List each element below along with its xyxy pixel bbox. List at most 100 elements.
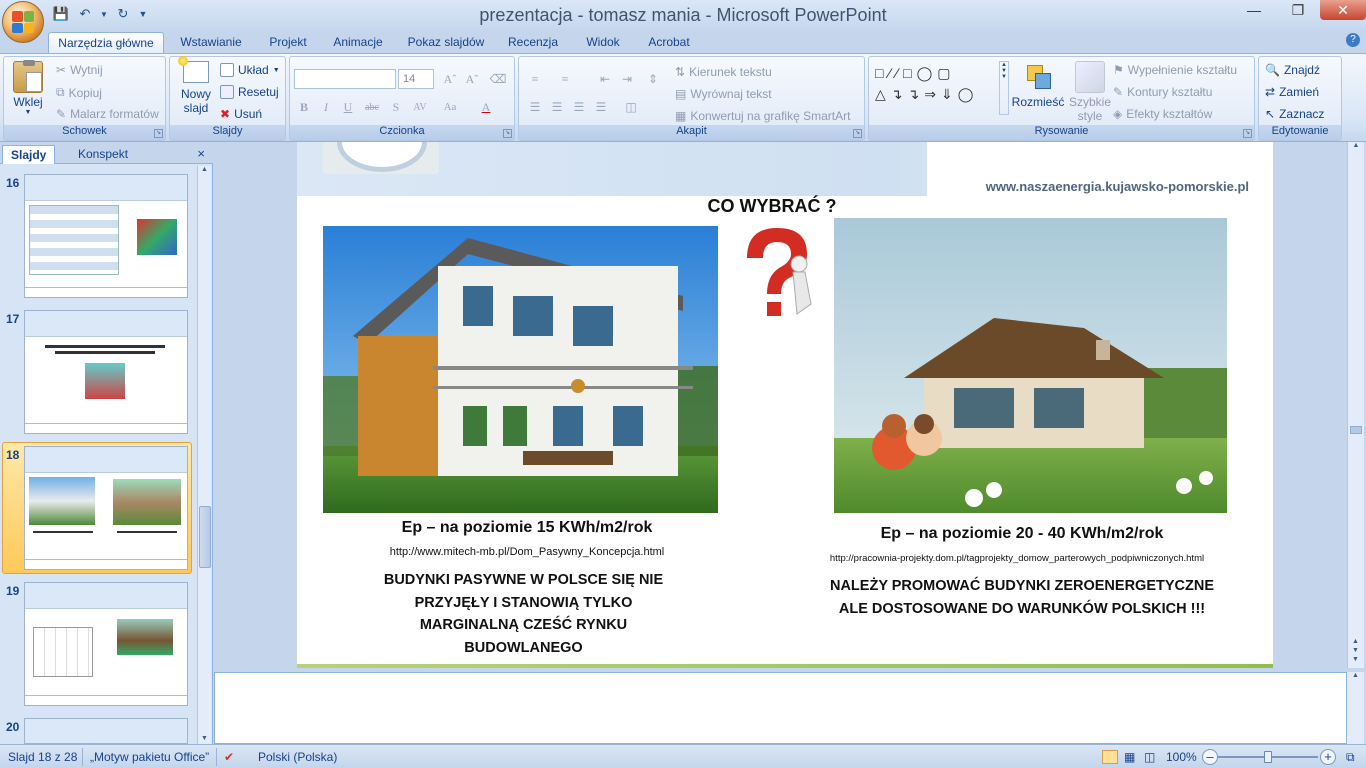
tab-slideshow[interactable]: Pokaz slajdów	[402, 32, 490, 54]
right-source-url[interactable]: http://pracownia-projekty.dom.pl/tagproj…	[777, 553, 1257, 564]
shapes-scroll[interactable]: ▲ ▼ ▼	[999, 61, 1009, 115]
text-direction-button[interactable]: ⇅ Kierunek tekstu	[675, 65, 772, 79]
right-body-line-1: NALEŻY PROMOWAĆ BUDYNKI ZEROENERGETYCZNE	[829, 578, 1214, 594]
status-bar: Slajd 18 z 28 „Motyw pakietu Office” ✔ P…	[0, 744, 1366, 768]
maximize-button[interactable]: ❐	[1276, 0, 1320, 20]
notes-pane[interactable]	[214, 672, 1347, 744]
shapes-gallery[interactable]: □∕∕□◯▢ △↴↴⇒⇓◯	[875, 63, 995, 115]
align-right-icon[interactable]: ☰	[569, 97, 589, 117]
align-left-icon[interactable]: ☰	[525, 97, 545, 117]
strikethrough-icon[interactable]: abc	[362, 97, 382, 117]
paragraph-launcher-icon[interactable]: ↘	[853, 129, 862, 138]
help-icon[interactable]: ?	[1346, 33, 1360, 47]
tab-animations[interactable]: Animacje	[326, 32, 390, 54]
theme-name[interactable]: „Motyw pakietu Office”	[90, 750, 209, 764]
question-mark-figure	[733, 224, 827, 328]
ribbon: Wklej ▼ ✂ Wytnij ⧉ Kopiuj ✎ Malarz formatów…	[0, 53, 1366, 142]
tab-view[interactable]: Widok	[578, 32, 628, 54]
tab-outline[interactable]: Konspekt	[70, 145, 136, 163]
slide-canvas[interactable]: www.naszaenergia.kujawsko-pomorskie.pl C…	[297, 142, 1273, 668]
zoom-level[interactable]: 100%	[1166, 750, 1197, 764]
increase-indent-icon[interactable]: ⇥	[617, 69, 637, 89]
bungalow-photo[interactable]	[834, 218, 1227, 513]
tab-insert[interactable]: Wstawianie	[172, 32, 250, 54]
quick-styles-button[interactable]: Szybkie style	[1067, 61, 1113, 123]
scroll-thumb[interactable]	[199, 506, 211, 568]
zoom-out-icon[interactable]: –	[1202, 749, 1218, 765]
slide-counter: Slajd 18 z 28	[8, 750, 78, 764]
format-painter-button[interactable]: ✎ Malarz formatów	[56, 107, 159, 121]
tab-slides[interactable]: Slajdy	[2, 145, 56, 164]
office-button[interactable]	[2, 1, 44, 43]
replace-button[interactable]: ⇄ Zamień	[1265, 85, 1319, 99]
zoom-slider-knob[interactable]	[1264, 751, 1272, 763]
normal-view-icon[interactable]	[1102, 750, 1118, 764]
spellcheck-icon[interactable]: ✔	[224, 750, 234, 764]
scroll-thumb[interactable]	[1350, 426, 1362, 434]
delete-slide-button[interactable]: ✖ Usuń	[220, 107, 262, 121]
shape-effects-button[interactable]: ◈ Efekty kształtów	[1113, 107, 1212, 121]
smartart-button[interactable]: ▦ Konwertuj na grafikę SmartArt	[675, 109, 850, 123]
slide-sorter-icon[interactable]: ▦	[1124, 750, 1135, 764]
fit-to-window-icon[interactable]: ⧉	[1346, 750, 1355, 765]
find-button[interactable]: 🔍 Znajdź	[1265, 63, 1320, 77]
shadow-icon[interactable]: S	[386, 97, 406, 117]
reset-button[interactable]: Resetuj	[220, 85, 279, 99]
minimize-button[interactable]: —	[1232, 0, 1276, 20]
decrease-indent-icon[interactable]: ⇤	[595, 69, 615, 89]
close-button[interactable]: ✕	[1320, 0, 1366, 20]
cut-button[interactable]: ✂ Wytnij	[56, 63, 103, 77]
clear-formatting-icon[interactable]: ⌫	[488, 69, 508, 89]
slide-scrollbar[interactable]: ▲ ▲ ▼ ▼	[1347, 142, 1364, 668]
close-pane-icon[interactable]: ×	[197, 146, 205, 161]
tab-home[interactable]: Narzędzia główne	[48, 32, 164, 54]
slides-pane-scrollbar[interactable]: ▲ ▼	[197, 166, 211, 744]
select-button[interactable]: ↖ Zaznacz	[1265, 107, 1324, 121]
columns-icon[interactable]: ◫	[621, 97, 641, 117]
group-label-clipboard: Schowek	[4, 125, 165, 140]
copy-button[interactable]: ⧉ Kopiuj	[56, 85, 102, 100]
bold-icon[interactable]: B	[294, 97, 314, 117]
italic-icon[interactable]: I	[316, 97, 336, 117]
prev-next-slide-icons[interactable]: ▲ ▼ ▼	[1352, 637, 1359, 664]
layout-button[interactable]: Układ ▼	[220, 63, 280, 77]
arrange-button[interactable]: Rozmieść	[1011, 61, 1065, 109]
slides-pane: Slajdy Konspekt × 16 17 18 19 20 ▲ ▼	[0, 142, 213, 744]
font-size-combo[interactable]: 14	[398, 69, 434, 89]
shape-fill-button[interactable]: ⚑ Wypełnienie kształtu	[1113, 63, 1237, 77]
shape-outline-button[interactable]: ✎ Kontury kształtu	[1113, 85, 1212, 99]
bullets-icon[interactable]: ≡	[525, 69, 545, 89]
scroll-down-icon[interactable]: ▼	[201, 735, 208, 742]
new-slide-button[interactable]: Nowy slajd	[174, 56, 218, 115]
char-spacing-icon[interactable]: AV	[410, 97, 430, 117]
new-slide-icon	[178, 56, 209, 83]
zoom-in-icon[interactable]: +	[1320, 749, 1336, 765]
font-color-icon[interactable]: A	[476, 97, 496, 117]
grow-font-icon[interactable]: Aˆ	[440, 69, 460, 89]
align-text-button[interactable]: ▤ Wyrównaj tekst	[675, 87, 772, 101]
paste-button[interactable]: Wklej ▼	[8, 60, 48, 116]
passive-house-photo[interactable]	[323, 226, 718, 513]
language-indicator[interactable]: Polski (Polska)	[258, 750, 337, 764]
font-name-combo[interactable]	[294, 69, 396, 89]
numbering-icon[interactable]: ≡	[555, 69, 575, 89]
notes-scrollbar[interactable]: ▲	[1347, 672, 1364, 744]
bungalow-image	[834, 218, 1227, 513]
align-center-icon[interactable]: ☰	[547, 97, 567, 117]
scroll-up-icon[interactable]: ▲	[1348, 142, 1364, 149]
font-launcher-icon[interactable]: ↘	[503, 129, 512, 138]
scroll-up-icon[interactable]: ▲	[198, 166, 211, 173]
line-spacing-icon[interactable]: ⇕	[643, 69, 663, 89]
tab-design[interactable]: Projekt	[262, 32, 314, 54]
shrink-font-icon[interactable]: Aˇ	[462, 69, 482, 89]
left-source-url[interactable]: http://www.mitech-mb.pl/Dom_Pasywny_Konc…	[327, 546, 727, 558]
clipboard-launcher-icon[interactable]: ↘	[154, 129, 163, 138]
underline-icon[interactable]: U	[338, 97, 358, 117]
change-case-icon[interactable]: Aa	[440, 97, 460, 117]
scroll-up-icon[interactable]: ▲	[1347, 672, 1364, 679]
justify-icon[interactable]: ☰	[591, 97, 611, 117]
tab-review[interactable]: Recenzja	[504, 32, 562, 54]
slideshow-view-icon[interactable]: ◫	[1144, 750, 1155, 764]
drawing-launcher-icon[interactable]: ↘	[1243, 129, 1252, 138]
tab-acrobat[interactable]: Acrobat	[642, 32, 696, 54]
